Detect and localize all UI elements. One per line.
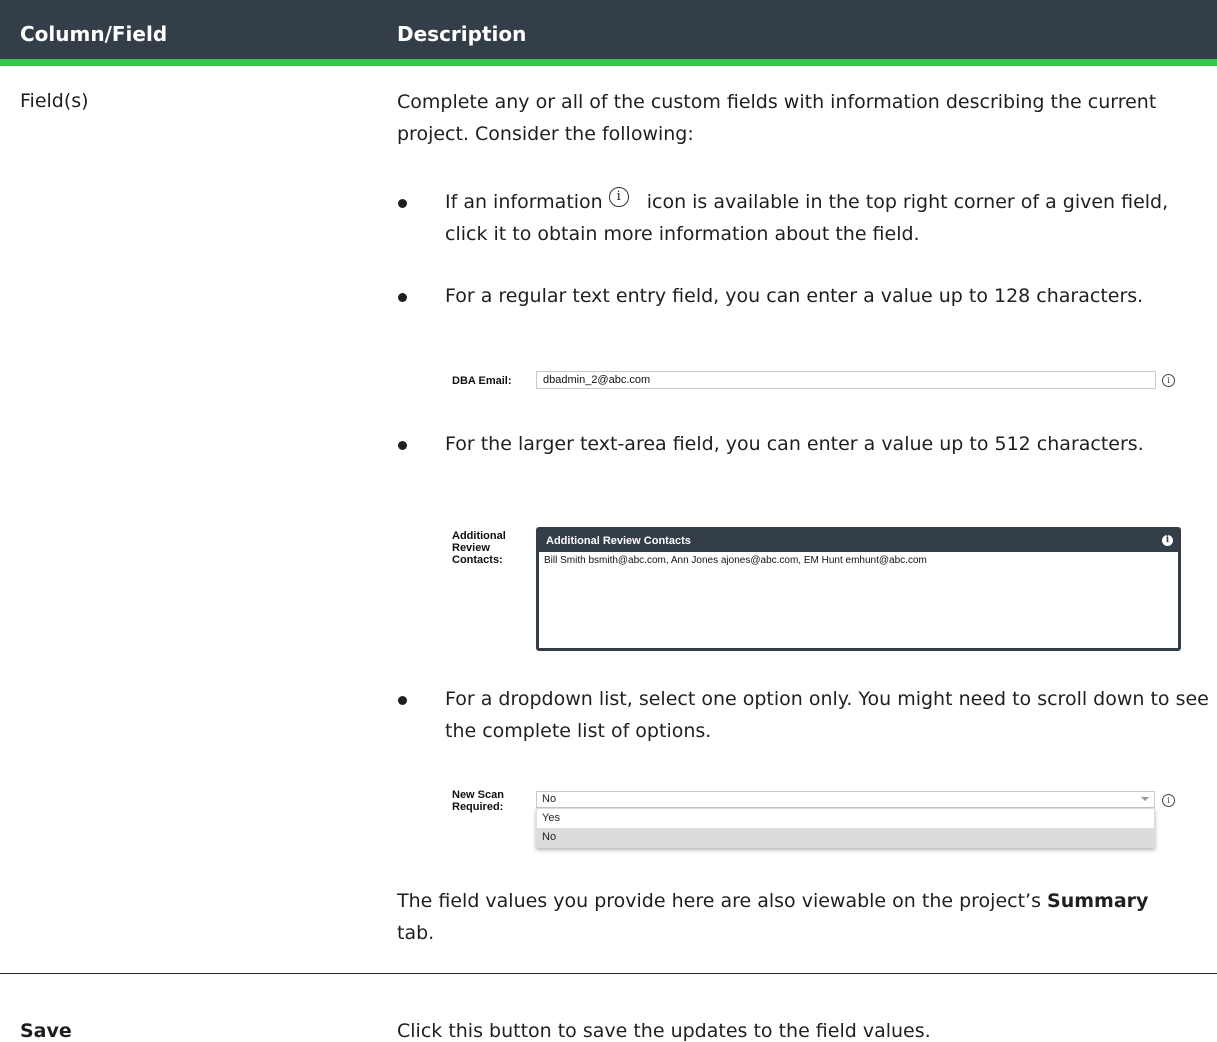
bullet-dropdown: For a dropdown list, select one option o… xyxy=(445,688,1209,742)
additional-review-contacts-label: Additional Review Contacts: xyxy=(452,530,506,566)
label-line: Required: xyxy=(452,801,504,813)
closing-text: The field values you provide here are al… xyxy=(397,885,1177,949)
textarea-title-bar: Additional Review Contacts i xyxy=(539,530,1178,552)
info-icon[interactable]: i xyxy=(1162,374,1175,387)
field-name-fields: Field(s) xyxy=(20,90,89,112)
dropdown-options-list: Yes No xyxy=(536,808,1155,848)
row-divider xyxy=(0,973,1217,974)
bullet-text-area: For the larger text-area field, you can … xyxy=(445,433,1144,455)
bullet-dot xyxy=(398,199,407,208)
new-scan-required-label: New Scan Required: xyxy=(452,789,504,813)
info-icon[interactable]: i xyxy=(1162,535,1173,546)
dba-email-input[interactable]: dbadmin_2@abc.com xyxy=(536,371,1156,389)
selected-value: No xyxy=(542,793,557,805)
label-line: Contacts: xyxy=(452,554,503,566)
chevron-down-icon[interactable] xyxy=(1141,797,1149,801)
bullet-info-text-start: If an information xyxy=(445,191,603,213)
dropdown-option-yes[interactable]: Yes xyxy=(537,809,1154,828)
closing-text-start: The field values you provide here are al… xyxy=(397,890,1041,912)
bullet-dot xyxy=(398,293,407,302)
additional-review-contacts-textarea[interactable]: Additional Review Contacts i Bill Smith … xyxy=(536,527,1181,651)
column-header-description: Description xyxy=(397,22,527,46)
dba-email-label: DBA Email: xyxy=(452,375,512,387)
summary-tab-name: Summary xyxy=(1047,890,1149,912)
save-description: Click this button to save the updates to… xyxy=(397,1020,931,1042)
column-header-field: Column/Field xyxy=(20,22,168,46)
bullet-dot xyxy=(398,696,407,705)
table-header: Column/Field Description xyxy=(0,0,1217,66)
bullet-dot xyxy=(398,441,407,450)
label-line: Additional xyxy=(452,530,506,542)
bullet-info-icon: If an information i icon is available in t… xyxy=(445,186,1210,250)
closing-text-end: tab. xyxy=(397,922,435,944)
dropdown-option-no[interactable]: No xyxy=(537,828,1154,847)
textarea-value[interactable]: Bill Smith bsmith@abc.com, Ann Jones ajo… xyxy=(539,552,1178,569)
label-line: New Scan xyxy=(452,789,504,801)
textarea-title: Additional Review Contacts xyxy=(546,535,691,547)
field-name-save: Save xyxy=(20,1020,72,1042)
info-icon[interactable]: i xyxy=(1162,794,1175,807)
new-scan-required-select[interactable]: No xyxy=(536,791,1155,808)
bullet-text-entry: For a regular text entry field, you can … xyxy=(445,285,1144,307)
label-line: Review xyxy=(452,542,490,554)
intro-text: Complete any or all of the custom fields… xyxy=(397,91,1157,145)
info-icon: i xyxy=(608,187,629,207)
